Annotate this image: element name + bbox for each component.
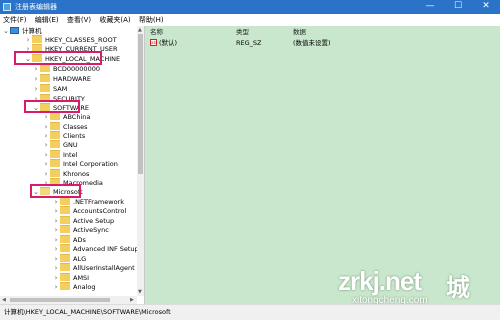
value-name[interactable]: (默认) [159, 38, 177, 48]
column-header-name[interactable]: 名称 [150, 27, 163, 37]
folder-icon [60, 254, 70, 262]
folder-icon [50, 112, 60, 120]
menu-view[interactable]: 查看(V) [64, 14, 94, 26]
minimize-button[interactable]: — [416, 0, 444, 14]
status-bar: 计算机\HKEY_LOCAL_MACHINE\SOFTWARE\Microsof… [0, 304, 500, 320]
menu-file[interactable]: 文件(F) [0, 14, 30, 26]
highlight-box-software [24, 100, 80, 113]
folder-icon [60, 244, 70, 252]
folder-icon [60, 273, 70, 281]
folder-icon [60, 235, 70, 243]
folder-icon [60, 206, 70, 214]
folder-icon [60, 197, 70, 205]
folder-icon [40, 84, 50, 92]
tree-item-analog[interactable]: › Analog [52, 282, 95, 293]
regedit-icon [3, 3, 11, 11]
highlight-box-hklm [14, 51, 102, 65]
scroll-down-arrow-icon[interactable]: ▼ [138, 289, 142, 296]
folder-icon [32, 35, 42, 43]
maximize-button[interactable]: ☐ [444, 0, 472, 14]
folder-icon [50, 169, 60, 177]
folder-icon [50, 150, 60, 158]
tree-vertical-scroll-thumb[interactable] [138, 34, 143, 174]
title-bar: 注册表编辑器 — ☐ ✕ [0, 0, 500, 14]
watermark-logo: zrkj.net [338, 266, 422, 296]
value-type: REG_SZ [236, 39, 262, 47]
scroll-left-arrow-icon[interactable]: ◀ [2, 297, 6, 304]
menu-help[interactable]: 帮助(H) [136, 14, 167, 26]
folder-icon [50, 159, 60, 167]
folder-icon [50, 122, 60, 130]
expand-arrow-icon[interactable]: › [52, 282, 60, 293]
column-header-type[interactable]: 类型 [236, 27, 249, 37]
folder-icon [60, 263, 70, 271]
registry-tree: ⌄ 计算机 › HKEY_CLASSES_ROOT › HKEY_CURRENT_US… [0, 26, 145, 304]
folder-icon [60, 225, 70, 233]
menu-edit[interactable]: 编辑(E) [32, 14, 62, 26]
watermark-cheng: 城 [446, 274, 470, 302]
highlight-box-microsoft [30, 184, 81, 198]
status-path: 计算机\HKEY_LOCAL_MACHINE\SOFTWARE\Microsof… [4, 308, 171, 316]
window-title: 注册表编辑器 [15, 3, 57, 11]
close-button[interactable]: ✕ [472, 0, 500, 14]
values-pane[interactable] [145, 26, 500, 304]
folder-icon [60, 216, 70, 224]
computer-icon [10, 27, 19, 34]
tree-horizontal-scroll-thumb[interactable] [10, 298, 110, 302]
folder-icon [50, 131, 60, 139]
scroll-up-arrow-icon[interactable]: ▲ [138, 27, 142, 34]
folder-icon [40, 74, 50, 82]
scroll-right-arrow-icon[interactable]: ▶ [130, 297, 134, 304]
folder-icon [50, 140, 60, 148]
value-data: (数值未设置) [293, 39, 331, 47]
folder-icon [40, 64, 50, 72]
column-header-data[interactable]: 数据 [293, 27, 306, 37]
string-value-icon: ab [150, 39, 157, 46]
collapse-arrow-icon[interactable]: ⌄ [2, 26, 10, 37]
folder-icon [60, 282, 70, 290]
menu-favorites[interactable]: 收藏夹(A) [96, 14, 133, 26]
